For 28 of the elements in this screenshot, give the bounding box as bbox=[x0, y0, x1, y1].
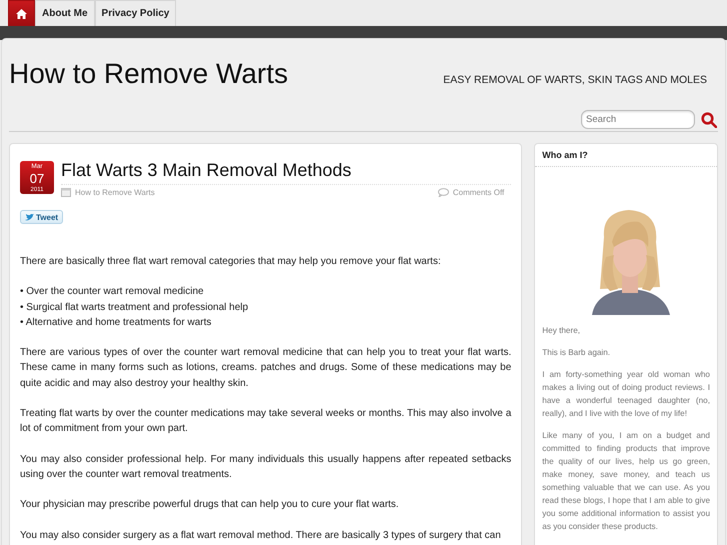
list-item: • Alternative and home treatments for warts bbox=[20, 316, 212, 330]
site-title[interactable]: How to Remove Warts bbox=[9, 58, 288, 90]
tweet-button[interactable]: Tweet bbox=[20, 210, 64, 224]
list-item: • Surgical flat warts treatment and professional help bbox=[20, 300, 250, 315]
sidebar-paragraph: I am forty-something year old woman who makes a living out of doing product reviews. I have a wonderful teenaged daughter (no, really), and I live with the love of my life! bbox=[542, 369, 710, 420]
body-paragraph: There are various types of over the counter wart removal medicine that can help you to treat your flat warts. These came in many forms such as lotions, creams. patches and drugs. Some of these medications may be quite acidic and may also destroy your healthy skin. bbox=[20, 346, 512, 391]
body-paragraph: You may also consider professional help. For many individuals this usually happens after repeated setbacks using over the counter wart removal treatments. bbox=[20, 452, 512, 482]
sidebar-paragraph: Hey there, bbox=[542, 325, 582, 337]
search-icon[interactable] bbox=[701, 112, 717, 128]
body-paragraph: You may also consider surgery as a flat wart removal method. There are basically 3 types of surgery that can bbox=[20, 528, 502, 543]
bird-icon bbox=[25, 214, 34, 220]
search-field[interactable]: Search bbox=[581, 110, 695, 129]
nav-tab[interactable]: Privacy Policy bbox=[94, 0, 176, 26]
body-paragraph: Your physician may prescribe powerful drugs that can help you to cure your flat warts. bbox=[20, 498, 400, 512]
body-paragraph: There are basically three flat wart removal categories that may help you remove your flat warts: bbox=[20, 255, 442, 269]
folder-icon bbox=[61, 188, 71, 197]
home-tab[interactable] bbox=[8, 0, 35, 26]
site-tagline: EASY REMOVAL OF WARTS, SKIN TAGS AND MOLES bbox=[443, 74, 707, 86]
home-icon bbox=[16, 8, 27, 18]
list-item: • Over the counter wart removal medicine bbox=[20, 285, 205, 300]
sidebar-paragraph: This is Barb again. bbox=[542, 347, 612, 359]
post-title[interactable]: Flat Warts 3 Main Removal Methods bbox=[61, 160, 352, 181]
comment-icon bbox=[438, 188, 449, 197]
nav-tab[interactable]: About Me bbox=[35, 0, 95, 26]
sidebar-paragraph: Like many of you, I am on a budget and committed to finding products that improve the quality of our lives, help us go green, make money, save money, and teach us something valuable that we can use. As you read these blogs, I hope that I am able to give you some additional information to assist you as you consider these products. bbox=[542, 430, 710, 533]
comments-status: Comments Off bbox=[452, 188, 504, 197]
widget-title: Who am I? bbox=[535, 144, 717, 167]
body-paragraph: Treating flat warts by over the counter medications may take several weeks or months. This may also involve a lot of commitment from your own part. bbox=[20, 407, 512, 436]
